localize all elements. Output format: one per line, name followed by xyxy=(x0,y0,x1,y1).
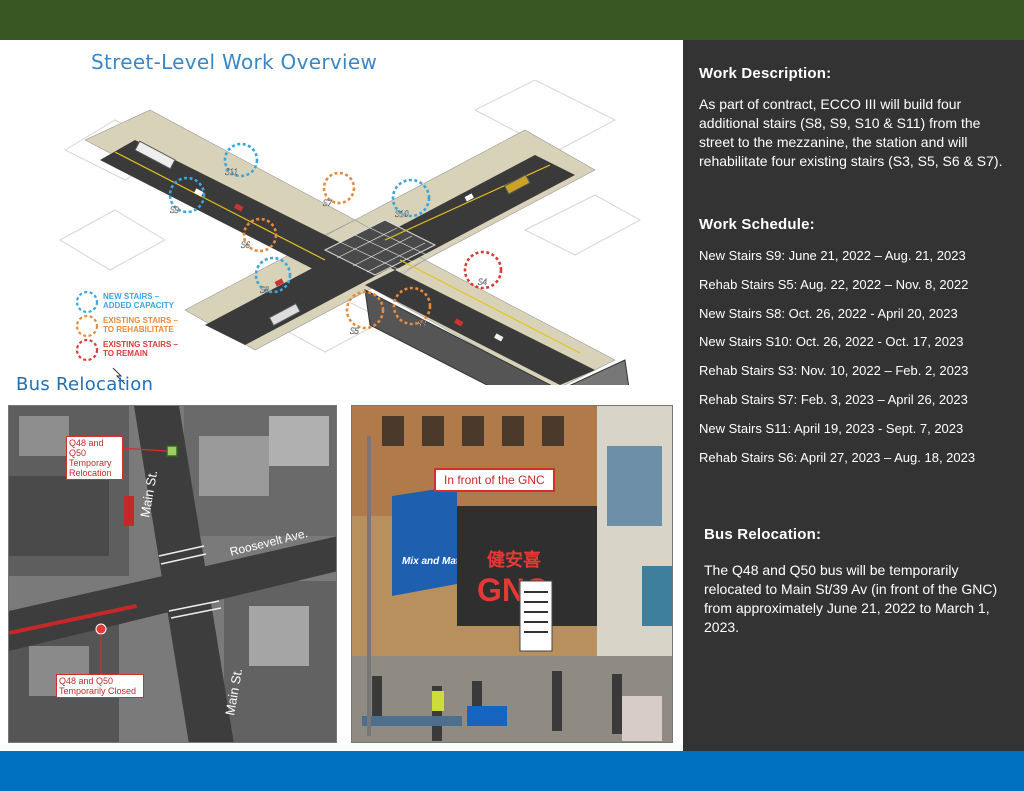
legend-remain-swatch xyxy=(75,338,99,362)
closed-marker-icon xyxy=(95,623,107,635)
bus-relocation-text: The Q48 and Q50 bus will be temporarily … xyxy=(704,562,998,635)
stair-label: S3 xyxy=(417,319,427,329)
legend-rehab-line1: EXISTING STAIRS – xyxy=(103,316,179,325)
bus-relocation-heading: Bus Relocation: xyxy=(704,526,822,543)
schedule-item: Rehab Stairs S7: Feb. 3, 2023 – April 26… xyxy=(699,392,968,407)
overview-title: Street-Level Work Overview xyxy=(91,50,378,74)
right-panel: Work Description: As part of contract, E… xyxy=(683,40,1024,751)
relocation-marker-icon xyxy=(166,445,178,457)
schedule-item: New Stairs S11: April 19, 2023 - Sept. 7… xyxy=(699,421,964,436)
stair-label: S7 xyxy=(323,198,333,208)
relocation-callout-line2: Temporary xyxy=(69,458,112,468)
stair-label: S6 xyxy=(241,240,251,250)
work-description-text: As part of contract, ECCO III will build… xyxy=(699,96,1003,169)
relocation-callout-line3: Relocation xyxy=(69,468,112,478)
storefront-photo: Mix and Match GNC 健安喜 In front of the GN… xyxy=(351,405,673,743)
legend: NEW STAIRS – ADDED CAPACITY EXISTING STA… xyxy=(75,290,179,385)
stair-label: S10 xyxy=(395,209,409,219)
legend-rehab-swatch xyxy=(75,314,99,338)
storefront-image: Mix and Match GNC 健安喜 xyxy=(352,406,672,742)
legend-rehab-line2: TO REHABILITATE xyxy=(103,325,174,334)
legend-new-line2: ADDED CAPACITY xyxy=(103,301,175,310)
stair-label: S8 xyxy=(260,285,270,295)
schedule-item: Rehab Stairs S6: April 27, 2023 – Aug. 1… xyxy=(699,450,976,465)
schedule-item: New Stairs S9: June 21, 2022 – Aug. 21, … xyxy=(699,248,966,263)
closed-callout-line2: Temporarily Closed xyxy=(59,686,137,696)
relocation-callout-line1: Q48 and Q50 xyxy=(69,438,104,458)
schedule-item: New Stairs S10: Oct. 26, 2022 - Oct. 17,… xyxy=(699,334,964,349)
legend-new-swatch xyxy=(75,290,99,314)
work-description-heading: Work Description: xyxy=(699,65,832,82)
stair-label: S5 xyxy=(350,326,360,336)
street-diagram: S11 S9 S7 S10 S6 S8 S4 S5 S3 NEW STAIRS … xyxy=(58,80,642,385)
schedule-item: New Stairs S8: Oct. 26, 2022 - April 20,… xyxy=(699,306,958,321)
relocation-callout: Q48 and Q50 Temporary Relocation xyxy=(66,436,123,480)
legend-remain-line2: TO REMAIN xyxy=(103,349,148,358)
bus-relocation-title: Bus Relocation xyxy=(16,374,154,395)
schedule-item: Rehab Stairs S5: Aug. 22, 2022 – Nov. 8,… xyxy=(699,277,969,292)
stair-label: S9 xyxy=(170,205,180,215)
legend-new-line1: NEW STAIRS – xyxy=(103,292,160,301)
bottom-banner xyxy=(0,751,1024,791)
top-banner xyxy=(0,0,1024,40)
stair-label: S4 xyxy=(478,277,488,287)
left-content: Street-Level Work Overview S11 S9 S7 S10… xyxy=(0,40,683,751)
aerial-map-photo: Main St. Roosevelt Ave. Main St. Q48 and… xyxy=(8,405,337,743)
schedule-item: Rehab Stairs S3: Nov. 10, 2022 – Feb. 2,… xyxy=(699,363,969,378)
work-schedule-heading: Work Schedule: xyxy=(699,216,815,233)
closed-callout-line1: Q48 and Q50 xyxy=(59,676,114,686)
legend-remain-line1: EXISTING STAIRS – xyxy=(103,340,179,349)
gnc-callout: In front of the GNC xyxy=(434,468,555,492)
stair-label: S11 xyxy=(225,167,238,177)
gnc-chinese-sign: 健安喜 xyxy=(487,549,541,571)
closed-callout: Q48 and Q50 Temporarily Closed xyxy=(56,674,144,698)
